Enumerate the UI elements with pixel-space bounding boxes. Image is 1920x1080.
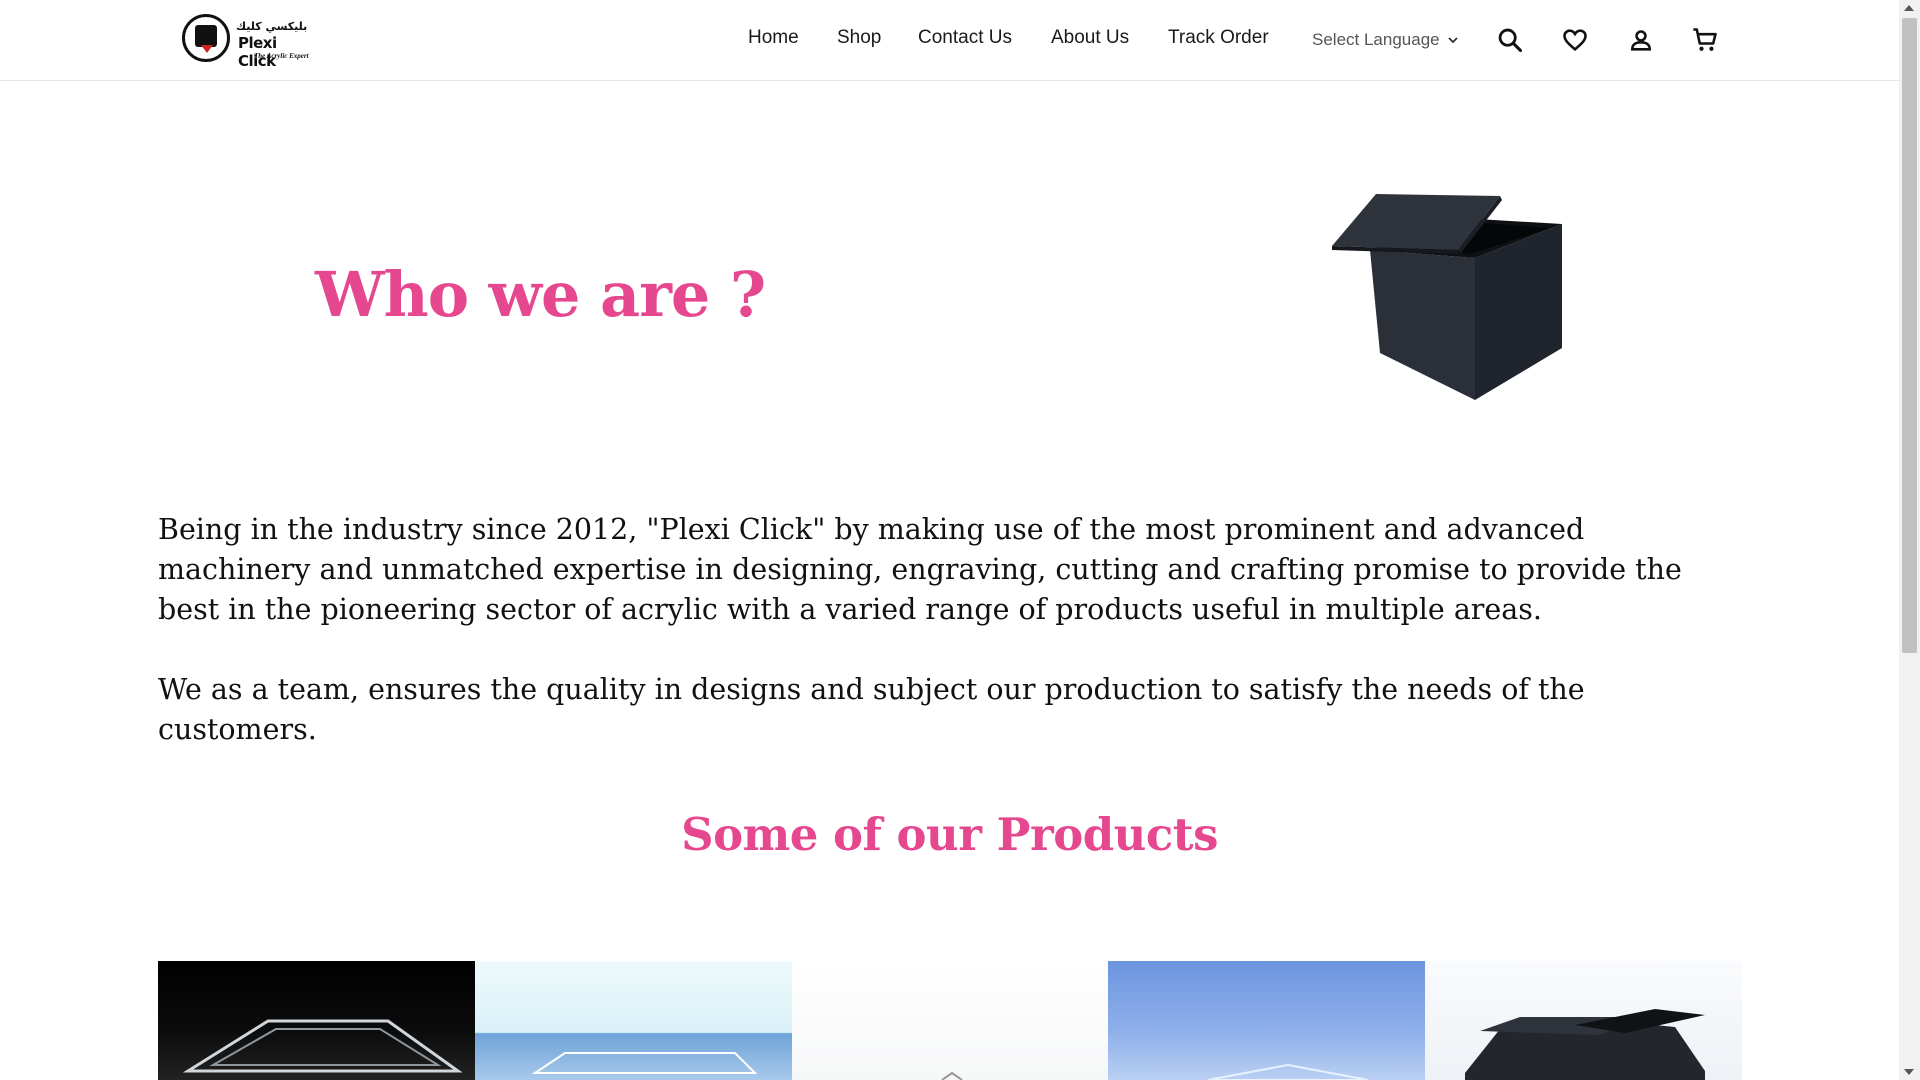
scroll-thumb[interactable] xyxy=(1902,18,1917,653)
scroll-down-icon[interactable] xyxy=(1904,1069,1914,1075)
chevron-down-icon xyxy=(1447,37,1458,44)
products-gallery xyxy=(158,961,1742,1080)
site-logo[interactable]: بليكسي كليك Plexi Click The Acrylic Expe… xyxy=(182,12,314,70)
page-scrollbar[interactable] xyxy=(1899,0,1920,1080)
site-header: بليكسي كليك Plexi Click The Acrylic Expe… xyxy=(0,0,1899,81)
language-select[interactable]: Select Language xyxy=(1312,30,1460,50)
hero-title: Who we are ? xyxy=(315,258,766,331)
logo-arabic-text: بليكسي كليك xyxy=(236,20,308,33)
acrylic-box-image xyxy=(1330,188,1570,408)
products-title: Some of our Products xyxy=(681,808,1218,861)
scroll-up-icon[interactable] xyxy=(1904,5,1914,11)
nav-home[interactable]: Home xyxy=(748,27,799,49)
language-select-label: Select Language xyxy=(1312,30,1440,49)
search-icon[interactable] xyxy=(1496,26,1524,54)
nav-shop[interactable]: Shop xyxy=(837,27,881,49)
nav-track-order[interactable]: Track Order xyxy=(1168,27,1269,49)
cart-icon[interactable] xyxy=(1691,26,1719,54)
heart-icon[interactable] xyxy=(1561,26,1589,54)
about-paragraph: Being in the industry since 2012, "Plexi… xyxy=(158,513,1682,626)
product-image[interactable] xyxy=(474,961,792,1080)
about-paragraph: We as a team, ensures the quality in des… xyxy=(158,673,1585,746)
product-image[interactable] xyxy=(158,961,475,1080)
product-image[interactable] xyxy=(1425,961,1742,1080)
product-image[interactable] xyxy=(791,961,1109,1080)
nav-about-us[interactable]: About Us xyxy=(1051,27,1129,49)
nav-contact-us[interactable]: Contact Us xyxy=(918,27,1012,49)
product-image[interactable] xyxy=(1108,961,1426,1080)
user-icon[interactable] xyxy=(1627,26,1655,54)
about-text: Being in the industry since 2012, "Plexi… xyxy=(158,510,1728,790)
logo-tagline: The Acrylic Expert xyxy=(254,52,309,60)
logo-mark-icon xyxy=(182,14,230,62)
